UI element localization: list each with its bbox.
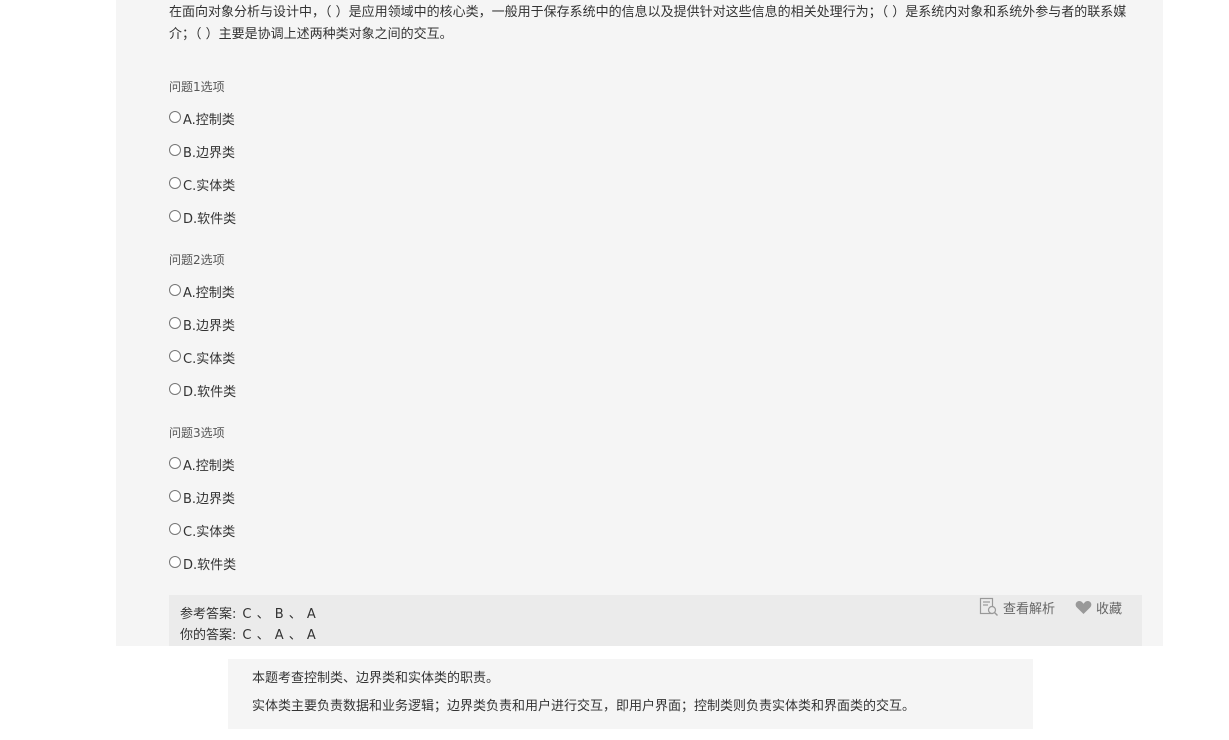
q2-option-a[interactable]: A.控制类	[169, 283, 235, 303]
q3-option-d[interactable]: D.软件类	[169, 555, 236, 575]
option-label: C.实体类	[183, 352, 236, 367]
radio-button[interactable]	[169, 556, 181, 568]
option-label: B.边界类	[183, 319, 236, 334]
option-label: A.控制类	[183, 459, 235, 474]
q3-option-b[interactable]: B.边界类	[169, 489, 235, 509]
radio-button[interactable]	[169, 210, 181, 222]
heart-icon	[1075, 600, 1092, 614]
group-title-3: 问题3选项	[169, 426, 225, 440]
radio-button[interactable]	[169, 144, 181, 156]
analysis-line-1: 本题考查控制类、边界类和实体类的职责。	[252, 671, 500, 686]
group-title-1: 问题1选项	[169, 80, 225, 94]
option-label: B.边界类	[183, 492, 236, 507]
radio-button[interactable]	[169, 350, 181, 362]
radio-button[interactable]	[169, 490, 181, 502]
group-title-2: 问题2选项	[169, 253, 225, 267]
radio-button[interactable]	[169, 111, 181, 123]
q2-option-c[interactable]: C.实体类	[169, 349, 235, 369]
q1-option-c[interactable]: C.实体类	[169, 176, 235, 196]
radio-button[interactable]	[169, 457, 181, 469]
radio-button[interactable]	[169, 177, 181, 189]
option-label: A.控制类	[183, 286, 235, 301]
option-label: D.软件类	[183, 212, 237, 227]
q3-option-a[interactable]: A.控制类	[169, 456, 235, 476]
radio-button[interactable]	[169, 284, 181, 296]
favorite-button[interactable]: 收藏	[1075, 598, 1122, 617]
answer-bar: 参考答案: C 、 B 、 A 你的答案: C 、 A 、 A 查看解析 收藏	[169, 595, 1142, 646]
option-label: C.实体类	[183, 179, 236, 194]
option-label: B.边界类	[183, 146, 236, 161]
radio-button[interactable]	[169, 383, 181, 395]
q3-option-c[interactable]: C.实体类	[169, 522, 235, 542]
q2-option-b[interactable]: B.边界类	[169, 316, 235, 336]
radio-button[interactable]	[169, 523, 181, 535]
reference-answer-row: 参考答案: C 、 B 、 A	[180, 607, 316, 623]
analysis-box: 本题考查控制类、边界类和实体类的职责。 实体类主要负责数据和业务逻辑；边界类负责…	[228, 659, 1033, 729]
option-label: A.控制类	[183, 113, 235, 128]
option-label: D.软件类	[183, 558, 237, 573]
your-answer-label: 你的答案:	[180, 628, 237, 643]
q1-option-b[interactable]: B.边界类	[169, 143, 235, 163]
question-stem: 在面向对象分析与设计中，（ ）是应用领域中的核心类，一般用于保存系统中的信息以及…	[169, 5, 1127, 42]
option-label: D.软件类	[183, 385, 237, 400]
answer-tools: 查看解析 收藏	[979, 597, 1122, 617]
reference-answer-label: 参考答案:	[180, 607, 237, 622]
view-analysis-label: 查看解析	[1002, 601, 1055, 617]
favorite-label: 收藏	[1095, 601, 1122, 617]
search-document-icon	[979, 597, 998, 616]
your-answer-value: C 、 A 、 A	[242, 628, 317, 643]
question-panel: 在面向对象分析与设计中，（ ）是应用领域中的核心类，一般用于保存系统中的信息以及…	[116, 0, 1163, 646]
q1-option-d[interactable]: D.软件类	[169, 209, 236, 229]
option-label: C.实体类	[183, 525, 236, 540]
analysis-line-2: 实体类主要负责数据和业务逻辑；边界类负责和用户进行交互，即用户界面；控制类则负责…	[252, 699, 916, 714]
your-answer-row: 你的答案: C 、 A 、 A	[180, 628, 316, 644]
q2-option-d[interactable]: D.软件类	[169, 382, 236, 402]
view-analysis-button[interactable]: 查看解析	[979, 597, 1055, 617]
reference-answer-value: C 、 B 、 A	[242, 607, 317, 622]
q1-option-a[interactable]: A.控制类	[169, 110, 235, 130]
radio-button[interactable]	[169, 317, 181, 329]
